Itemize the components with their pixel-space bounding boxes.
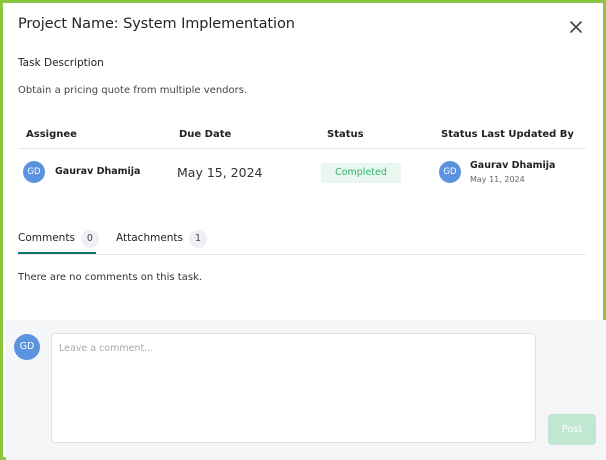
header-assignee: Assignee [26, 129, 77, 140]
header-due-date: Due Date [179, 129, 232, 140]
comment-input[interactable] [52, 334, 535, 442]
task-modal: Project Name: System Implementation Task… [0, 0, 606, 460]
tab-attachments[interactable]: Attachments 1 [116, 230, 208, 248]
task-description-text: Obtain a pricing quote from multiple ven… [18, 85, 248, 96]
updated-by-avatar: GD [439, 161, 461, 183]
task-description-label: Task Description [18, 57, 104, 69]
due-date-value: May 15, 2024 [177, 165, 263, 180]
tab-comments[interactable]: Comments 0 [18, 230, 99, 248]
tab-comments-label: Comments [18, 232, 75, 244]
tab-attachments-count: 1 [189, 230, 208, 248]
updated-by-date: May 11, 2024 [470, 175, 525, 184]
modal-title: Project Name: System Implementation [18, 16, 295, 32]
table-header-divider [18, 148, 586, 149]
empty-comments-message: There are no comments on this task. [18, 272, 202, 283]
tabs-divider [18, 254, 586, 255]
tab-attachments-label: Attachments [116, 232, 184, 244]
status-badge: Completed [321, 163, 401, 183]
post-button[interactable]: Post [548, 414, 596, 445]
assignee-name: Gaurav Dhamija [55, 166, 141, 177]
updated-by-name: Gaurav Dhamija [470, 160, 556, 171]
close-icon[interactable] [568, 19, 584, 35]
assignee-avatar: GD [23, 161, 45, 183]
comment-box [51, 333, 536, 443]
header-status: Status [327, 129, 364, 140]
header-status-updated-by: Status Last Updated By [441, 129, 574, 140]
tab-comments-count: 0 [80, 230, 99, 248]
current-user-avatar: GD [14, 334, 40, 360]
comment-composer: GD Post [6, 320, 606, 460]
